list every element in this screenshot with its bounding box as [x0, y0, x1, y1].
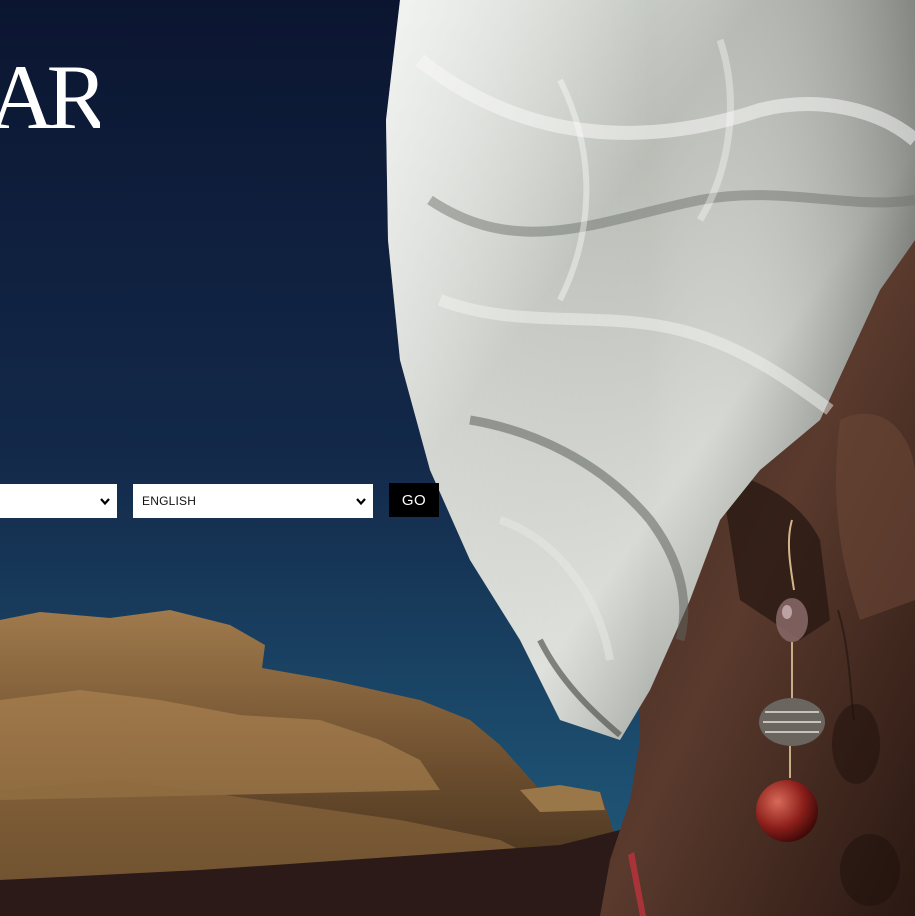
country-select[interactable]	[0, 484, 117, 518]
svg-text:ZARA: ZARA	[0, 50, 100, 135]
hero-image	[0, 0, 915, 916]
brand-logo[interactable]: ZARA	[0, 50, 100, 135]
landing-page: ZARA ENGLISH GO	[0, 0, 915, 916]
chevron-down-icon	[100, 498, 110, 506]
go-button[interactable]: GO	[389, 483, 439, 517]
language-select-value: ENGLISH	[142, 494, 197, 508]
language-select[interactable]: ENGLISH	[133, 484, 373, 518]
chevron-down-icon	[356, 498, 366, 506]
